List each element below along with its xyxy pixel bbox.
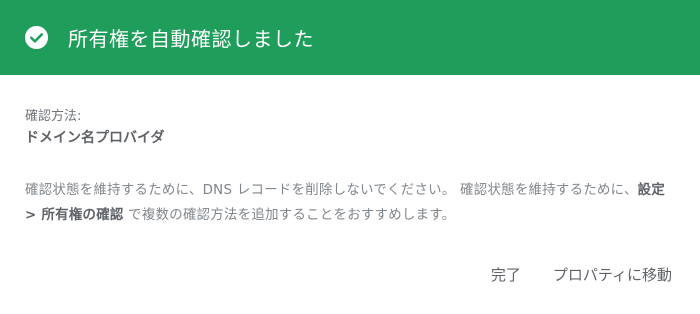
verification-method-value: ドメイン名プロバイダ [25, 130, 165, 146]
dialog-body: 確認方法: ドメイン名プロバイダ 確認状態を維持するために、DNS レコードを削… [0, 75, 700, 228]
dialog-actions: 完了 プロパティに移動 [491, 264, 672, 285]
dialog-title: 所有権を自動確認しました [68, 27, 314, 51]
verification-method-label: 確認方法: [25, 109, 82, 124]
check-circle-icon [25, 26, 48, 49]
dialog-header: 所有権を自動確認しました [0, 0, 700, 75]
note-text-before: 確認状態を維持するために、DNS レコードを削除しないでください。 確認状態を維… [25, 183, 638, 198]
done-button[interactable]: 完了 [491, 264, 521, 285]
note-text-after: で複数の確認方法を追加することをおすすめします。 [123, 208, 456, 223]
verification-dialog: 所有権を自動確認しました 確認方法: ドメイン名プロバイダ 確認状態を維持するた… [0, 0, 700, 314]
go-to-property-button[interactable]: プロパティに移動 [553, 264, 672, 285]
verification-note: 確認状態を維持するために、DNS レコードを削除しないでください。 確認状態を維… [25, 178, 677, 228]
